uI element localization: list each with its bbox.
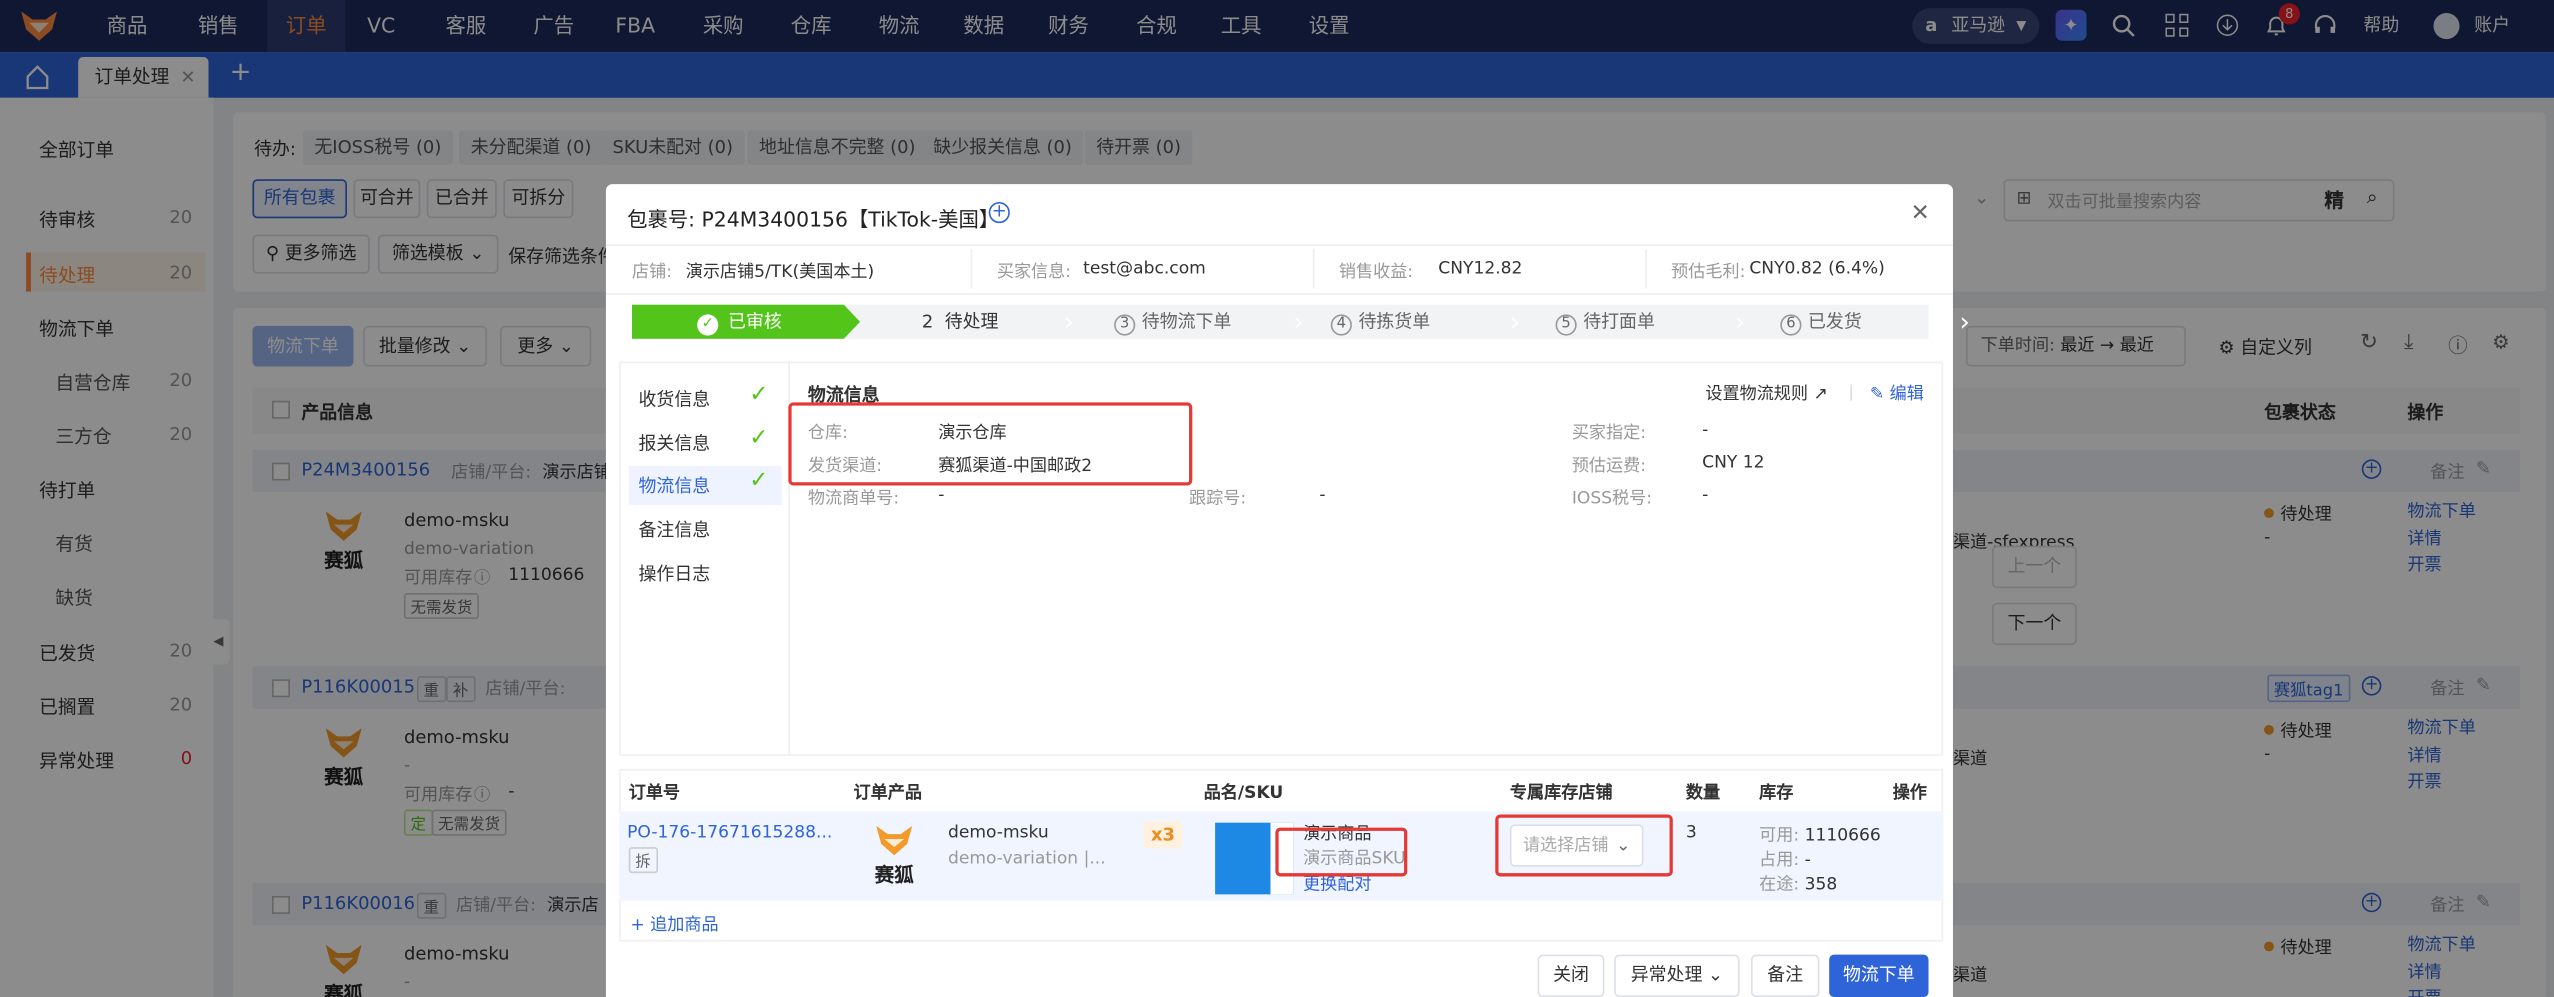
info-value: test@abc.com [1083, 259, 1206, 279]
ioss-label: IOSS税号: [1571, 488, 1653, 509]
pencil-icon: ✎ [1869, 384, 1890, 405]
step-6: 6 已发货 [1780, 305, 1862, 339]
exception-select[interactable]: 异常处理 ⌄ [1614, 954, 1740, 997]
step-arrow-icon: › [1734, 306, 1746, 338]
chevron-down-icon: ⌄ [1708, 964, 1724, 986]
info-label: 买家信息: [996, 262, 1072, 282]
items-col-header: 品名/SKU [1203, 783, 1284, 804]
modal-menu-item[interactable]: 物流信息 [639, 472, 711, 498]
step-number: 2 [921, 311, 934, 333]
step-arrow-icon: › [1509, 306, 1521, 338]
step-label: 待打面单 [1583, 311, 1655, 333]
check-icon: ✓ [749, 425, 769, 452]
buyer-spec-label: 买家指定: [1571, 423, 1647, 444]
step-5: 5 待打面单 [1555, 305, 1655, 339]
set-logistics-rule-link[interactable]: 设置物流规则 ↗ [1705, 381, 1827, 405]
items-col-header: 订单产品 [853, 783, 922, 804]
step-4: 4 待拣货单 [1330, 305, 1431, 339]
items-col-header: 操作 [1892, 783, 1927, 804]
items-col-header: 订单号 [628, 783, 681, 804]
split-tag: 拆 [628, 847, 658, 874]
tracking-co-value: - [938, 485, 945, 506]
est-freight-value: CNY 12 [1702, 452, 1765, 473]
step-label: 待拣货单 [1358, 311, 1431, 333]
info-divider [1645, 249, 1647, 289]
buyer-spec-value: - [1702, 420, 1709, 440]
stock-available: 可用: 1110666 [1759, 825, 1881, 846]
order-number-link[interactable]: PO-176-17671615288... [627, 823, 832, 843]
stock-occupied: 占用: - [1759, 850, 1811, 870]
info-label: 预估毛利: [1671, 262, 1746, 282]
info-label: 店铺: [631, 262, 672, 282]
items-col-header: 专属库存店铺 [1509, 783, 1613, 804]
tracking-value: - [1319, 485, 1326, 506]
step-number: 4 [1330, 314, 1352, 336]
step-2: 2 待处理 [917, 305, 999, 339]
info-value: CNY12.82 [1438, 259, 1523, 279]
modal-menu-item[interactable]: 操作日志 [639, 560, 711, 586]
step-1: ✓ 已审核 [697, 305, 782, 339]
step-label: 待处理 [944, 311, 999, 333]
check-icon: ✓ [749, 381, 769, 408]
step-3: 3 待物流下单 [1114, 305, 1231, 339]
modal-divider [605, 244, 1953, 246]
stock-transit: 在途: 358 [1759, 874, 1838, 895]
ioss-value: - [1702, 485, 1709, 506]
modal-menu-item[interactable]: 备注信息 [639, 516, 711, 542]
submit-logistics-button[interactable]: 物流下单 [1829, 954, 1929, 997]
close-button[interactable]: 关闭 [1537, 954, 1605, 997]
step-arrow-icon: › [1063, 306, 1075, 338]
info-divider [970, 249, 973, 289]
fox-logo-icon [876, 825, 913, 856]
item-msku: demo-msku [947, 822, 1049, 843]
divider [1850, 384, 1852, 401]
highlight-box [788, 402, 1193, 486]
items-col-header: 数量 [1685, 783, 1721, 804]
quantity-badge: x3 [1143, 821, 1183, 849]
step-arrow-icon: › [1959, 306, 1970, 338]
tracking-label: 跟踪号: [1189, 488, 1247, 509]
item-variation: demo-variation |... [947, 848, 1106, 869]
product-image: 赛狐 [867, 824, 922, 896]
step-label: 已发货 [1808, 311, 1862, 333]
check-circle-icon: ✓ [697, 314, 719, 336]
tracking-co-label: 物流商单号: [807, 488, 900, 509]
item-qty: 3 [1685, 822, 1697, 843]
highlight-box [1275, 827, 1408, 877]
modal-title: 包裹号: P24M3400156【TikTok-美国】 [627, 206, 1000, 232]
est-freight-label: 预估运费: [1571, 456, 1647, 476]
edit-link[interactable]: ✎ 编辑 [1870, 381, 1924, 405]
step-number: 6 [1780, 314, 1802, 336]
modal-menu-item[interactable]: 报关信息 [639, 430, 711, 456]
external-link-icon: ↗ [1813, 384, 1828, 405]
info-divider [1312, 249, 1315, 289]
step-arrow-icon: › [1293, 306, 1304, 338]
brand-text: 赛狐 [874, 863, 914, 887]
step-number: 5 [1555, 314, 1577, 336]
modal-divider [605, 293, 1953, 295]
items-col-header: 库存 [1759, 783, 1794, 804]
modal-menu-item[interactable]: 收货信息 [639, 386, 711, 412]
add-circle-icon[interactable]: + [988, 202, 1010, 224]
info-value: 演示店铺5/TK(美国本土) [685, 262, 875, 282]
info-value: CNY0.82 (6.4%) [1749, 259, 1885, 279]
info-label: 销售收益: [1338, 262, 1414, 282]
remark-button[interactable]: 备注 [1750, 954, 1820, 997]
highlight-box [1495, 814, 1673, 877]
step-label: 已审核 [728, 311, 782, 333]
close-icon[interactable]: ✕ [1911, 200, 1930, 226]
plus-icon: + [630, 915, 651, 936]
add-product-link[interactable]: + 追加商品 [630, 912, 718, 936]
step-number: 3 [1114, 314, 1136, 336]
step-label: 待物流下单 [1141, 311, 1232, 333]
check-icon: ✓ [749, 467, 769, 494]
